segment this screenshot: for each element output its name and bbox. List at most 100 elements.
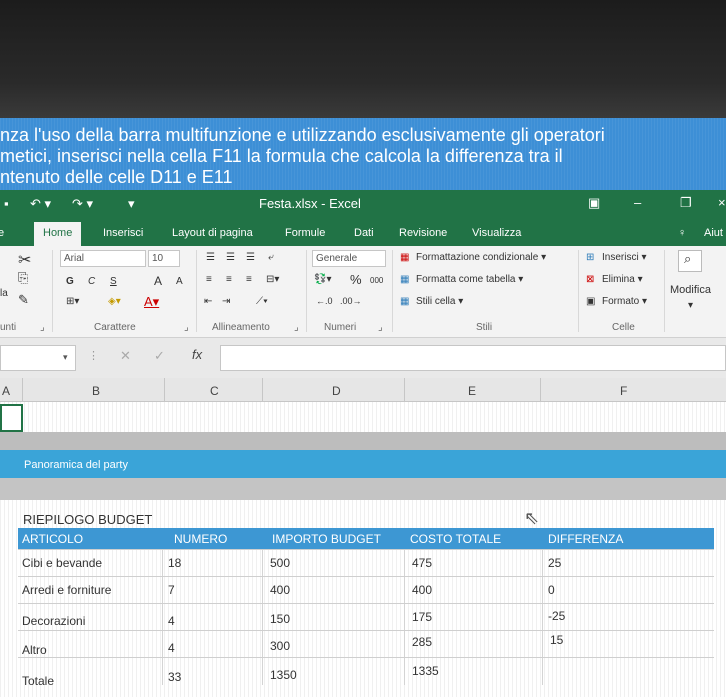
number-format-field[interactable]: Generale bbox=[312, 250, 386, 267]
restore-icon[interactable]: ❐ bbox=[680, 195, 692, 211]
close-icon[interactable]: × bbox=[718, 195, 726, 210]
copy-icon[interactable]: ⎘ bbox=[18, 270, 28, 286]
cell-articolo[interactable]: Decorazioni bbox=[22, 614, 85, 628]
paste-button[interactable]: la bbox=[0, 288, 8, 299]
merge-icon[interactable]: ⊟▾ bbox=[266, 274, 279, 285]
align-top-icon[interactable]: ☰ bbox=[206, 252, 215, 263]
header-articolo[interactable]: ARTICOLO bbox=[22, 532, 83, 546]
align-center-icon[interactable]: ≡ bbox=[226, 274, 232, 285]
cell-costo[interactable]: 285 bbox=[412, 635, 432, 649]
conditional-format-button[interactable]: Formattazione condizionale ▾ bbox=[416, 252, 546, 263]
formula-input[interactable] bbox=[220, 345, 726, 371]
delete-icon[interactable]: ⊠ bbox=[586, 274, 594, 285]
header-costo-totale[interactable]: COSTO TOTALE bbox=[410, 532, 501, 546]
header-importo-budget[interactable]: IMPORTO BUDGET bbox=[272, 532, 381, 546]
fill-color-icon[interactable]: ◈▾ bbox=[108, 296, 121, 307]
ribbon-display-icon[interactable]: ▣ bbox=[588, 195, 600, 211]
cell-costo[interactable]: 175 bbox=[412, 610, 432, 624]
cell-differenza[interactable]: -25 bbox=[548, 609, 565, 623]
shrink-font-button[interactable]: A bbox=[176, 276, 183, 287]
cell-articolo[interactable]: Altro bbox=[22, 643, 47, 657]
cell-differenza[interactable]: 0 bbox=[548, 583, 555, 597]
insert-button[interactable]: Inserisci ▾ bbox=[602, 252, 647, 263]
italic-button[interactable]: C bbox=[88, 276, 95, 287]
percent-button[interactable]: % bbox=[350, 272, 362, 287]
cell-differenza[interactable]: 15 bbox=[550, 633, 563, 647]
cell-importo[interactable]: 400 bbox=[270, 583, 290, 597]
align-left-icon[interactable]: ≡ bbox=[206, 274, 212, 285]
column-header-d[interactable]: D bbox=[332, 384, 341, 398]
cell-importo[interactable]: 500 bbox=[270, 556, 290, 570]
redo-icon[interactable]: ↷ ▾ bbox=[72, 196, 93, 212]
cell-articolo[interactable]: Totale bbox=[22, 674, 54, 688]
column-header-b[interactable]: B bbox=[92, 384, 100, 398]
align-right-icon[interactable]: ≡ bbox=[246, 274, 252, 285]
decrease-indent-icon[interactable]: ⇤ bbox=[204, 296, 212, 307]
orientation-icon[interactable]: ⟋▾ bbox=[256, 296, 268, 307]
cancel-icon[interactable]: ✕ bbox=[120, 348, 131, 364]
increase-indent-icon[interactable]: ⇥ bbox=[222, 296, 230, 307]
increase-decimal-icon[interactable]: ←.0 bbox=[316, 296, 333, 306]
cell-costo[interactable]: 400 bbox=[412, 583, 432, 597]
search-icon[interactable]: ⌕ bbox=[678, 250, 702, 272]
customize-toolbar-icon[interactable]: ▾ bbox=[128, 196, 135, 212]
cell-numero[interactable]: 18 bbox=[168, 556, 181, 570]
banner-row[interactable]: Panoramica del party bbox=[0, 450, 726, 478]
currency-icon[interactable]: 💱▾ bbox=[314, 274, 331, 285]
dialog-launcher-icon[interactable]: ⌟ bbox=[184, 322, 189, 333]
tab-home[interactable]: Home bbox=[34, 222, 82, 246]
tab-data[interactable]: Dati bbox=[354, 227, 374, 239]
dialog-launcher-icon[interactable]: ⌟ bbox=[294, 322, 299, 333]
align-middle-icon[interactable]: ☰ bbox=[226, 252, 235, 263]
format-painter-icon[interactable]: ✎ bbox=[18, 292, 29, 308]
cell-articolo[interactable]: Cibi e bevande bbox=[22, 556, 102, 570]
header-differenza[interactable]: DIFFERENZA bbox=[548, 532, 623, 546]
selected-cell[interactable] bbox=[0, 404, 23, 432]
tab-insert[interactable]: Inserisci bbox=[103, 227, 143, 239]
cell-articolo[interactable]: Arredi e forniture bbox=[22, 583, 111, 597]
chevron-down-icon[interactable]: ▾ bbox=[63, 352, 68, 363]
tab-page-layout[interactable]: Layout di pagina bbox=[172, 227, 253, 239]
editing-group-label[interactable]: Modifica bbox=[670, 284, 711, 296]
cell-numero[interactable]: 33 bbox=[168, 670, 181, 684]
align-bottom-icon[interactable]: ☰ bbox=[246, 252, 255, 263]
decrease-decimal-icon[interactable]: .00→ bbox=[340, 296, 362, 306]
tell-me[interactable]: Aiut bbox=[704, 227, 723, 239]
confirm-icon[interactable]: ✓ bbox=[154, 348, 165, 364]
cell-numero[interactable]: 7 bbox=[168, 583, 175, 597]
undo-icon[interactable]: ↶ ▾ bbox=[30, 196, 51, 212]
tab-view[interactable]: Visualizza bbox=[472, 227, 521, 239]
cell-differenza[interactable]: 25 bbox=[548, 556, 561, 570]
cell-styles-button[interactable]: Stili cella ▾ bbox=[416, 296, 463, 307]
column-header-c[interactable]: C bbox=[210, 384, 219, 398]
thousands-button[interactable]: 000 bbox=[370, 276, 383, 285]
font-name-field[interactable]: Arial bbox=[60, 250, 146, 267]
font-color-icon[interactable]: A▾ bbox=[144, 294, 159, 310]
column-header-a[interactable]: A bbox=[2, 384, 10, 398]
tell-me-icon[interactable]: ♀ bbox=[678, 227, 686, 239]
cell-styles-icon[interactable]: ▦ bbox=[400, 296, 409, 307]
name-box[interactable]: ▾ bbox=[0, 345, 76, 371]
format-button[interactable]: Formato ▾ bbox=[602, 296, 647, 307]
cell-numero[interactable]: 4 bbox=[168, 641, 175, 655]
delete-button[interactable]: Elimina ▾ bbox=[602, 274, 643, 285]
cell-costo[interactable]: 475 bbox=[412, 556, 432, 570]
font-size-field[interactable]: 10 bbox=[148, 250, 180, 267]
tab-formulas[interactable]: Formule bbox=[285, 227, 325, 239]
insert-icon[interactable]: ⊞ bbox=[586, 252, 594, 263]
wrap-text-icon[interactable]: ⤶ bbox=[268, 252, 274, 263]
borders-icon[interactable]: ⊞▾ bbox=[66, 296, 79, 307]
column-header-e[interactable]: E bbox=[468, 384, 476, 398]
cut-icon[interactable]: ✂ bbox=[18, 250, 31, 270]
cell-numero[interactable]: 4 bbox=[168, 614, 175, 628]
format-as-table-button[interactable]: Formatta come tabella ▾ bbox=[416, 274, 523, 285]
tab-review[interactable]: Revisione bbox=[399, 227, 447, 239]
dialog-launcher-icon[interactable]: ⌟ bbox=[378, 322, 383, 333]
cell-importo[interactable]: 300 bbox=[270, 639, 290, 653]
conditional-format-icon[interactable]: ▦ bbox=[400, 252, 409, 263]
format-icon[interactable]: ▣ bbox=[586, 296, 595, 307]
grow-font-button[interactable]: A bbox=[154, 274, 162, 288]
underline-button[interactable]: S bbox=[110, 276, 117, 287]
column-header-f[interactable]: F bbox=[620, 384, 627, 398]
cell-costo[interactable]: 1335 bbox=[412, 664, 439, 678]
